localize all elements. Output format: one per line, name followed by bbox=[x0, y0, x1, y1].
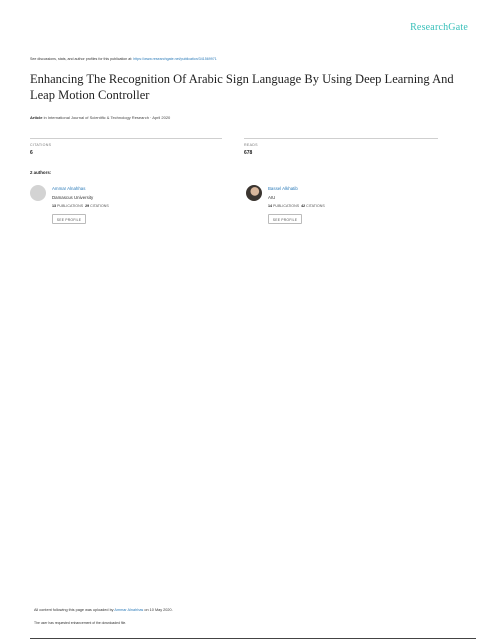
author-publications-label: PUBLICATIONS bbox=[57, 204, 84, 208]
author-citations-label: CITATIONS bbox=[90, 204, 109, 208]
footer-divider bbox=[30, 638, 476, 639]
upload-note: All content following this page was uplo… bbox=[34, 608, 173, 612]
citations-divider bbox=[30, 138, 222, 139]
enhancement-note: The user has requested enhancement of th… bbox=[34, 621, 127, 625]
author-citations-label: CITATIONS bbox=[306, 204, 325, 208]
reads-label: READS bbox=[244, 143, 258, 147]
discussion-text: See discussions, stats, and author profi… bbox=[30, 57, 134, 61]
see-profile-button[interactable]: SEE PROFILE bbox=[52, 214, 86, 224]
reads-divider bbox=[244, 138, 438, 139]
discussion-line: See discussions, stats, and author profi… bbox=[30, 57, 217, 61]
uploader-link[interactable]: Ammar Alnahhas bbox=[114, 608, 143, 612]
upload-prefix: All content following this page was uplo… bbox=[34, 608, 115, 612]
article-type: Article bbox=[30, 115, 43, 120]
author-publications-count: 14 bbox=[268, 204, 272, 208]
avatar[interactable] bbox=[30, 185, 46, 201]
publication-url-link[interactable]: https://www.researchgate.net/publication… bbox=[133, 57, 217, 61]
citations-label: CITATIONS bbox=[30, 143, 52, 147]
author-institution: Damascus University bbox=[52, 195, 94, 200]
avatar[interactable] bbox=[246, 185, 262, 201]
see-profile-button[interactable]: SEE PROFILE bbox=[268, 214, 302, 224]
author-publications-count: 13 bbox=[52, 204, 56, 208]
researchgate-logo[interactable]: ResearchGate bbox=[410, 22, 468, 33]
author-stats: 13 PUBLICATIONS 29 CITATIONS bbox=[52, 204, 109, 208]
author-name-link[interactable]: Bassel Alkhatib bbox=[268, 186, 298, 191]
in-text: in bbox=[43, 115, 47, 120]
author-citations-count: 29 bbox=[85, 204, 90, 208]
publication-meta: Article in International Journal of Scie… bbox=[30, 115, 170, 120]
author-institution: AIU bbox=[268, 195, 276, 200]
author-name-link[interactable]: Ammar Alnahhas bbox=[52, 186, 85, 191]
paper-title: Enhancing The Recognition Of Arabic Sign… bbox=[30, 72, 454, 102]
citations-value: 6 bbox=[30, 150, 33, 156]
venue-link[interactable]: International Journal of Scientific & Te… bbox=[48, 115, 170, 120]
author-publications-label: PUBLICATIONS bbox=[273, 204, 300, 208]
reads-value: 678 bbox=[244, 150, 253, 156]
author-citations-count: 42 bbox=[301, 204, 306, 208]
upload-suffix: on 10 May 2020. bbox=[143, 608, 173, 612]
author-stats: 14 PUBLICATIONS 42 CITATIONS bbox=[268, 204, 325, 208]
authors-label: 2 authors: bbox=[30, 170, 52, 175]
